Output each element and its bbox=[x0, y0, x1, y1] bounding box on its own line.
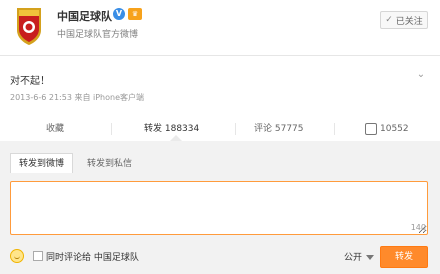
compose-tabs: 转发到微博 转发到私信 bbox=[0, 149, 440, 175]
repost-textarea[interactable] bbox=[10, 181, 428, 235]
collect-tab[interactable]: 收藏 bbox=[46, 117, 64, 141]
tab-repost-to-message-label: 转发到私信 bbox=[87, 159, 133, 169]
post-card: 对不起！ 2013-6-6 21:53 来自 iPhone客户端 ⌄ bbox=[0, 56, 440, 117]
account-name[interactable]: 中国足球队 bbox=[57, 8, 112, 24]
like-tab[interactable]: 10552 bbox=[365, 117, 409, 141]
chevron-down-icon[interactable]: ⌄ bbox=[414, 68, 428, 82]
also-comment-checkbox[interactable] bbox=[33, 251, 43, 261]
tab-repost-to-weibo-label: 转发到微博 bbox=[19, 159, 65, 169]
like-count: 10552 bbox=[380, 124, 409, 134]
repost-submit-button[interactable]: 转发 bbox=[380, 246, 428, 268]
collect-label: 收藏 bbox=[46, 124, 65, 134]
repost-compose-panel: 转发到微博 转发到私信 140 同时评论给 中国足球队 公开 转发 bbox=[0, 141, 440, 274]
thumbs-up-icon bbox=[365, 122, 377, 135]
tab-divider bbox=[334, 123, 335, 135]
team-crest-icon bbox=[17, 8, 41, 45]
post-meta: 2013-6-6 21:53 来自 iPhone客户端 bbox=[10, 93, 144, 102]
profile-header: 中国足球队 V ♛ 中国足球队官方微博 ✓ 已关注 bbox=[0, 0, 440, 54]
tab-repost-to-weibo[interactable]: 转发到微博 bbox=[10, 153, 74, 173]
comment-tab[interactable]: 评论 57775 bbox=[254, 117, 304, 141]
action-tabbar: 收藏 转发 188334 评论 57775 10552 bbox=[0, 117, 440, 142]
team-crest-avatar[interactable] bbox=[14, 6, 44, 46]
following-label: 已关注 bbox=[395, 16, 423, 27]
smile-icon[interactable] bbox=[10, 249, 24, 263]
vip-badge-icon: ♛ bbox=[128, 8, 142, 20]
tab-divider bbox=[235, 123, 236, 135]
tab-divider bbox=[111, 123, 112, 135]
repost-label: 转发 188334 bbox=[144, 124, 200, 134]
remaining-char-count: 140 bbox=[410, 223, 426, 232]
caret-down-icon bbox=[366, 255, 374, 260]
verified-check-icon: V bbox=[113, 8, 125, 20]
compose-footer: 同时评论给 中国足球队 公开 转发 bbox=[0, 245, 440, 271]
post-text: 对不起！ bbox=[10, 76, 50, 87]
visibility-scope-label: 公开 bbox=[343, 253, 362, 263]
account-subtitle: 中国足球队官方微博 bbox=[57, 30, 139, 40]
check-icon: ✓ bbox=[385, 15, 393, 25]
visibility-scope-select[interactable]: 公开 bbox=[344, 250, 374, 263]
following-button[interactable]: ✓ 已关注 bbox=[380, 11, 428, 29]
comment-label: 评论 57775 bbox=[254, 124, 304, 134]
also-comment-label[interactable]: 同时评论给 中国足球队 bbox=[46, 250, 139, 263]
tab-repost-to-message[interactable]: 转发到私信 bbox=[78, 153, 142, 173]
